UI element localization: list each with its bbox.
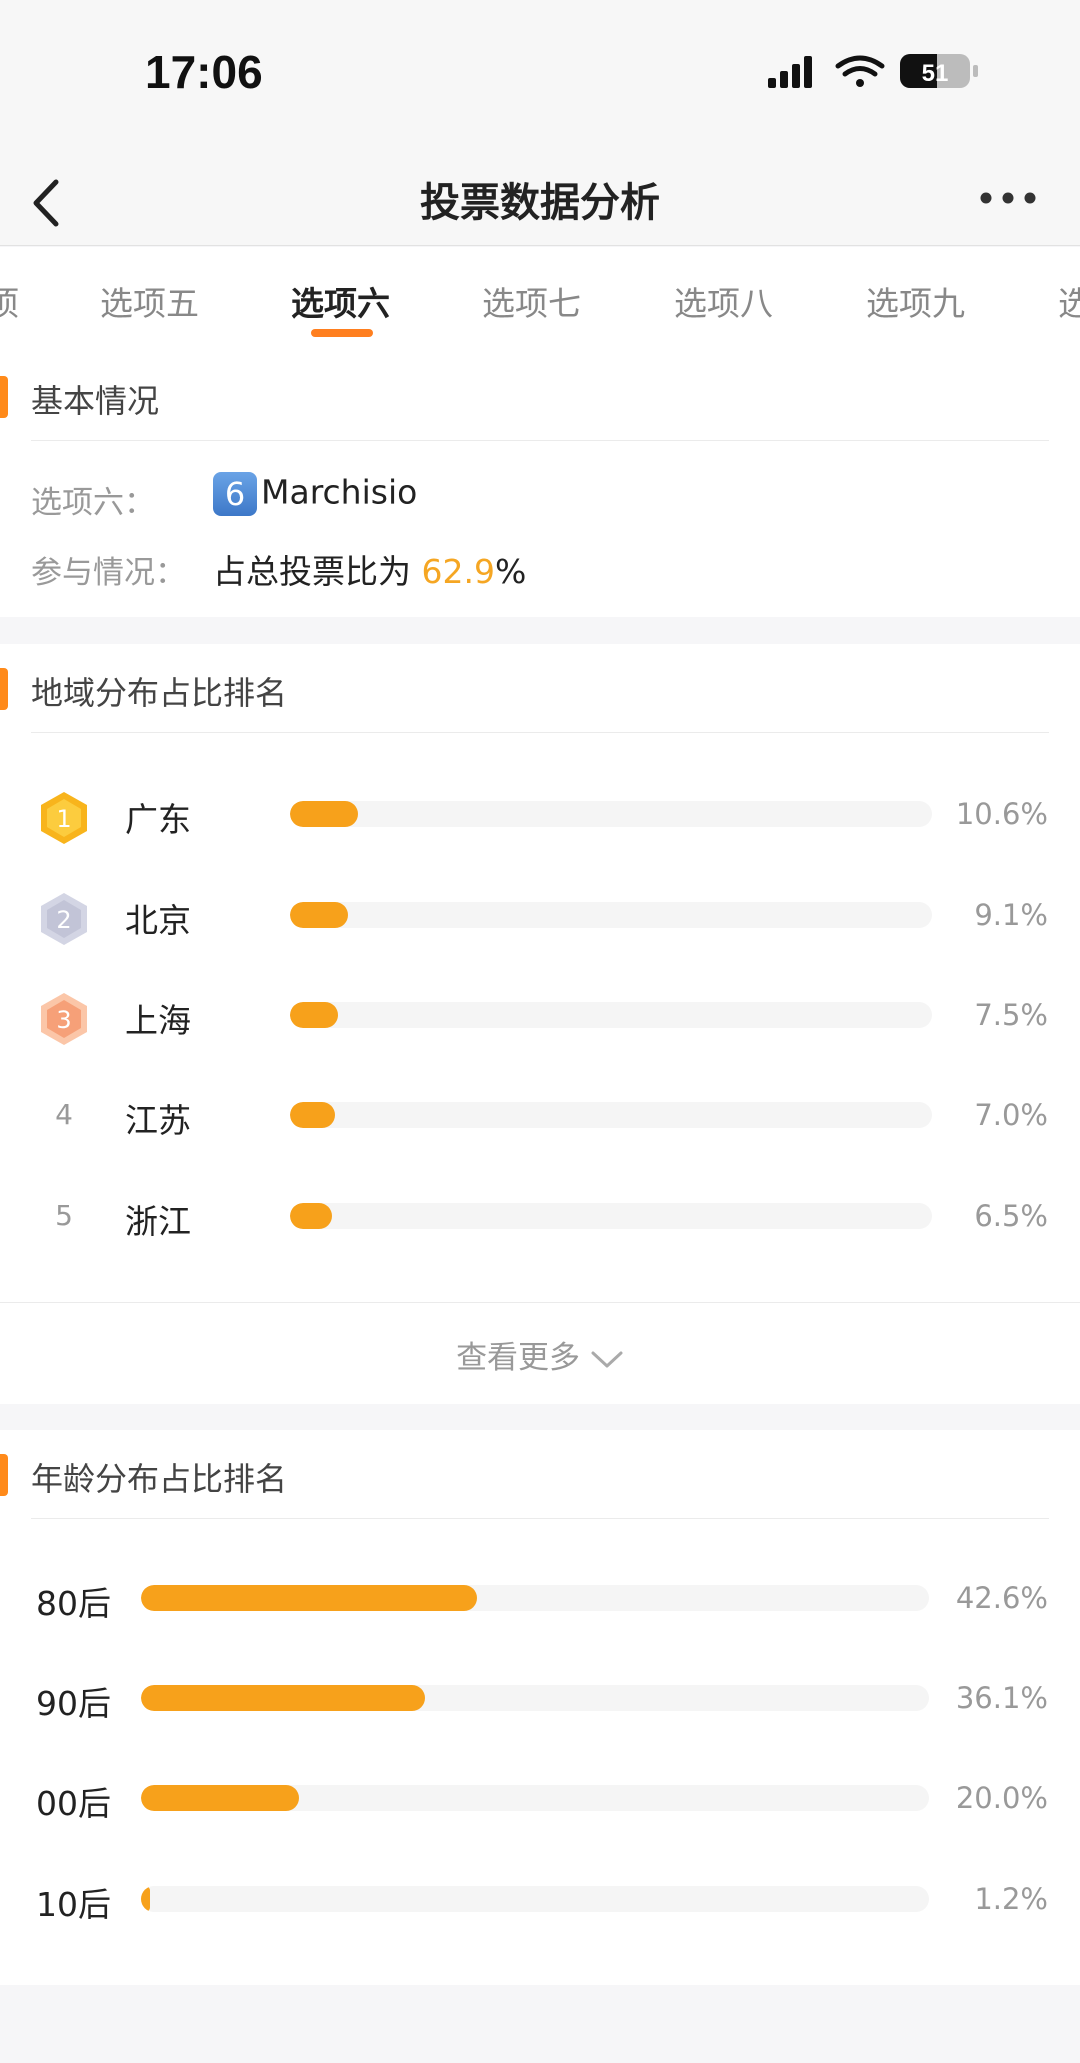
region-bar-fill bbox=[290, 902, 349, 928]
nav-bar: 投票数据分析 bbox=[0, 140, 1080, 246]
option-name: Marchisio bbox=[261, 472, 418, 512]
option-value: 6 Marchisio bbox=[213, 472, 417, 516]
section-title: 地域分布占比排名 bbox=[31, 674, 288, 712]
region-percent: 7.0% bbox=[974, 1098, 1048, 1132]
battery-icon: 51 bbox=[900, 54, 978, 88]
svg-text:51: 51 bbox=[922, 60, 949, 87]
rank-number: 5 bbox=[55, 1199, 73, 1232]
tab-option-10[interactable]: 选 bbox=[1058, 277, 1080, 325]
bronze-medal-icon: 3 bbox=[41, 993, 87, 1045]
age-bar-fill bbox=[141, 1685, 426, 1711]
section-accent-bar bbox=[0, 1454, 8, 1496]
region-name: 广东 bbox=[125, 800, 191, 839]
age-row: 90后 36.1% bbox=[0, 1665, 1080, 1735]
age-percent: 36.1% bbox=[955, 1681, 1048, 1715]
section-header: 地域分布占比排名 bbox=[0, 644, 1080, 734]
age-percent: 1.2% bbox=[974, 1882, 1048, 1916]
region-bar-fill bbox=[290, 1102, 335, 1128]
age-group-label: 90后 bbox=[36, 1684, 111, 1723]
divider bbox=[31, 1518, 1049, 1519]
section-accent-bar bbox=[0, 376, 8, 418]
region-name: 北京 bbox=[125, 901, 191, 940]
age-bar-track bbox=[141, 1585, 929, 1611]
region-bar-fill bbox=[290, 801, 359, 827]
region-bar-track bbox=[290, 1102, 932, 1128]
svg-text:3: 3 bbox=[56, 1006, 71, 1034]
basic-info-card: 基本情况 选项六： 6 Marchisio 参与情况： 占总投票比为 62.9% bbox=[0, 352, 1080, 617]
svg-text:1: 1 bbox=[56, 805, 71, 833]
wifi-icon bbox=[835, 55, 885, 87]
page-title: 投票数据分析 bbox=[420, 180, 660, 226]
region-name: 江苏 bbox=[125, 1101, 191, 1140]
region-bar-fill bbox=[290, 1203, 332, 1229]
region-percent: 9.1% bbox=[974, 898, 1048, 932]
region-bar-fill bbox=[290, 1002, 339, 1028]
age-group-label: 00后 bbox=[36, 1784, 111, 1823]
region-row: 5 浙江 6.5% bbox=[0, 1183, 1080, 1253]
active-tab-indicator bbox=[311, 329, 373, 337]
region-row: 4 江苏 7.0% bbox=[0, 1082, 1080, 1152]
region-bar-track bbox=[290, 1002, 932, 1028]
age-row: 00后 20.0% bbox=[0, 1765, 1080, 1835]
signal-icon bbox=[768, 56, 812, 88]
silver-medal-icon: 2 bbox=[41, 893, 87, 945]
region-bar-track bbox=[290, 1203, 932, 1229]
option-label: 选项六： bbox=[31, 485, 155, 521]
age-bar-track bbox=[141, 1685, 929, 1711]
region-name: 浙江 bbox=[125, 1202, 191, 1241]
section-title: 年龄分布占比排名 bbox=[31, 1460, 288, 1498]
status-bar: 17:06 51 bbox=[0, 0, 1080, 140]
participation-label: 参与情况： bbox=[31, 555, 186, 591]
region-bar-track bbox=[290, 801, 932, 827]
age-distribution-card: 年龄分布占比排名 80后 42.6% 90后 36.1% 00后 20.0% 1… bbox=[0, 1430, 1080, 1985]
section-header: 基本情况 bbox=[0, 352, 1080, 442]
participation-value: 占总投票比为 62.9% bbox=[213, 552, 527, 591]
tab-option-9[interactable]: 选项九 bbox=[866, 277, 965, 325]
region-percent: 10.6% bbox=[955, 797, 1048, 831]
region-percent: 6.5% bbox=[974, 1199, 1048, 1233]
gold-medal-icon: 1 bbox=[41, 792, 87, 844]
region-bar-track bbox=[290, 902, 932, 928]
section-title: 基本情况 bbox=[31, 382, 160, 420]
region-percent: 7.5% bbox=[974, 998, 1048, 1032]
section-header: 年龄分布占比排名 bbox=[0, 1430, 1080, 1520]
more-icon[interactable] bbox=[978, 190, 1038, 206]
rank-number: 4 bbox=[55, 1098, 73, 1131]
status-time: 17:06 bbox=[145, 46, 263, 98]
region-row: 1 广东 10.6% bbox=[0, 781, 1080, 851]
tab-option-5[interactable]: 选项五 bbox=[100, 277, 199, 325]
age-group-label: 10后 bbox=[36, 1885, 111, 1924]
keycap-six-icon: 6 bbox=[213, 472, 257, 516]
age-row: 10后 1.2% bbox=[0, 1866, 1080, 1936]
region-row: 3 上海 7.5% bbox=[0, 982, 1080, 1052]
tab-option-7[interactable]: 选项七 bbox=[482, 277, 581, 325]
divider bbox=[31, 732, 1049, 733]
participation-percent: 62.9 bbox=[421, 552, 495, 591]
age-bar-fill bbox=[141, 1886, 151, 1912]
age-bar-track bbox=[141, 1785, 929, 1811]
svg-text:2: 2 bbox=[56, 906, 71, 934]
tab-option-6[interactable]: 选项六 bbox=[291, 277, 390, 325]
status-icons: 51 bbox=[768, 54, 978, 88]
chevron-down-icon bbox=[591, 1351, 623, 1367]
divider bbox=[0, 1302, 1080, 1303]
age-row: 80后 42.6% bbox=[0, 1565, 1080, 1635]
tab-option-8[interactable]: 选项八 bbox=[674, 277, 773, 325]
divider bbox=[31, 440, 1049, 441]
age-percent: 42.6% bbox=[955, 1581, 1048, 1615]
region-row: 2 北京 9.1% bbox=[0, 882, 1080, 952]
age-bar-track bbox=[141, 1886, 929, 1912]
region-name: 上海 bbox=[125, 1001, 191, 1040]
view-more-label: 查看更多 bbox=[456, 1340, 581, 1376]
section-accent-bar bbox=[0, 668, 8, 710]
age-percent: 20.0% bbox=[955, 1781, 1048, 1815]
age-bar-fill bbox=[141, 1785, 299, 1811]
tab-option-4[interactable]: 项 bbox=[0, 277, 19, 325]
age-group-label: 80后 bbox=[36, 1584, 111, 1623]
option-tabs: 项 选项五 选项六 选项七 选项八 选项九 选 bbox=[0, 247, 1080, 354]
region-distribution-card: 地域分布占比排名 1 广东 10.6% 2 北京 9.1% 3 上海 7.5% bbox=[0, 644, 1080, 1404]
view-more-button[interactable]: 查看更多 bbox=[0, 1332, 1080, 1377]
age-bar-fill bbox=[141, 1585, 477, 1611]
